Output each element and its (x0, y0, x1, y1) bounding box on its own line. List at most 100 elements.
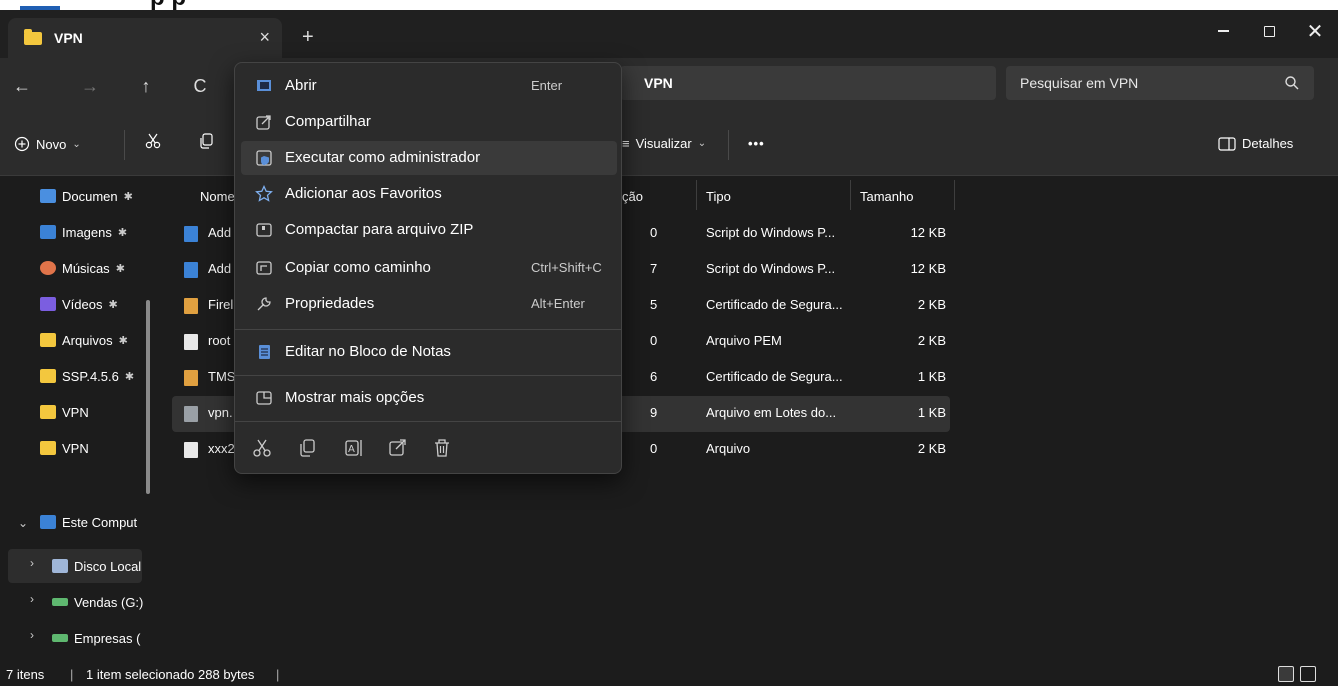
folder-icon (24, 28, 42, 45)
sidebar-item-vendas[interactable]: Vendas (G:) (52, 590, 143, 614)
column-divider[interactable] (850, 180, 851, 210)
new-button-label: Novo (36, 136, 67, 152)
share-action-icon[interactable] (387, 437, 409, 459)
tiles-view-icon[interactable] (1300, 666, 1316, 682)
toolbar-divider (728, 130, 729, 160)
file-size-cell: 2 KB (917, 297, 946, 312)
sidebar-item-vpn[interactable]: VPN (40, 436, 89, 460)
delete-action-icon[interactable] (431, 437, 453, 459)
chevron-down-icon[interactable]: ⌄ (18, 516, 28, 530)
file-type-cell: Script do Windows P... (706, 261, 836, 276)
close-tab-icon[interactable]: × (259, 28, 270, 46)
tab-title: VPN (54, 30, 83, 46)
menu-item-add-favorites[interactable]: Adicionar aos Favoritos (241, 177, 617, 211)
search-input[interactable]: Pesquisar em VPN (1006, 66, 1314, 100)
file-date-cell: 6 (650, 369, 658, 384)
details-button[interactable]: Detalhes (1218, 136, 1293, 151)
sidebar-item-documents[interactable]: Documen ✱ (40, 184, 133, 208)
file-size-cell: 1 KB (917, 405, 946, 420)
sidebar-item-label: Este Comput (62, 514, 138, 530)
file-type-cell: Arquivo em Lotes do... (706, 405, 837, 420)
view-button[interactable]: ≡ Visualizar ⌄ (622, 136, 706, 151)
chevron-right-icon[interactable]: › (30, 628, 34, 642)
more-options-button[interactable]: ••• (748, 136, 765, 151)
menu-item-show-more[interactable]: Mostrar mais opções (241, 381, 617, 415)
up-button[interactable]: ↑ (132, 72, 160, 100)
file-size-cell: 2 KB (917, 441, 946, 456)
new-button[interactable]: Novo ⌄ (14, 136, 81, 152)
menu-item-run-as-admin[interactable]: Executar como administrador (241, 141, 617, 175)
sidebar-item-label: Disco Local (74, 558, 142, 574)
tab-vpn[interactable]: VPN × (8, 18, 282, 58)
sidebar-item-images[interactable]: Imagens ✱ (40, 220, 127, 244)
menu-item-share[interactable]: Compartilhar (241, 105, 617, 139)
file-icon (184, 298, 198, 314)
address-bar[interactable]: VPN (620, 66, 996, 100)
sidebar-item-label: Músicas (62, 260, 110, 276)
rename-action-icon[interactable]: A (343, 437, 365, 459)
maximize-button[interactable] (1246, 16, 1292, 46)
details-view-icon[interactable] (1278, 666, 1294, 682)
menu-item-properties[interactable]: Propriedades Alt+Enter (241, 287, 617, 321)
new-tab-button[interactable]: + (302, 27, 314, 47)
file-date-cell: 5 (650, 297, 658, 312)
sidebar-item-label: SSP.4.5.6 (62, 368, 119, 384)
menu-item-label: Adicionar aos Favoritos (285, 185, 442, 202)
column-header-size[interactable]: Tamanho (860, 176, 913, 216)
back-button[interactable]: ← (8, 72, 36, 100)
chevron-right-icon[interactable]: › (30, 556, 34, 570)
menu-item-shortcut: Enter (531, 78, 563, 93)
images-icon (40, 225, 56, 239)
sidebar-item-this-pc[interactable]: Este Comput (40, 510, 137, 534)
sidebar-item-music[interactable]: Músicas ✱ (40, 256, 125, 280)
sidebar-item-label: Imagens (62, 224, 112, 240)
cut-action-icon[interactable] (251, 437, 273, 459)
file-icon (184, 442, 198, 458)
sidebar-item-ssp[interactable]: SSP.4.5.6 ✱ (40, 364, 134, 388)
column-header-date[interactable]: ção (622, 176, 643, 216)
computer-icon (40, 515, 56, 529)
menu-item-open[interactable]: Abrir Enter (241, 69, 617, 103)
drive-icon (52, 559, 68, 573)
sidebar-item-arquivos[interactable]: Arquivos ✱ (40, 328, 128, 352)
refresh-button[interactable]: C (186, 72, 214, 100)
file-name-cell: Add (208, 225, 232, 240)
cut-button[interactable] (144, 132, 162, 150)
sidebar-item-label: Documen (62, 188, 118, 204)
scissors-icon (145, 133, 161, 149)
videos-icon (40, 297, 56, 311)
pin-icon: ✱ (118, 334, 128, 347)
copy-action-icon[interactable] (297, 437, 319, 459)
sidebar-item-videos[interactable]: Vídeos ✱ (40, 292, 118, 316)
close-window-button[interactable]: ✕ (1292, 16, 1338, 46)
column-header-name[interactable]: Nome (200, 176, 235, 216)
pin-icon: ✱ (124, 370, 135, 383)
music-icon (40, 261, 56, 275)
plus-circle-icon (14, 136, 30, 152)
drive-icon (52, 598, 68, 606)
folder-icon (40, 369, 56, 383)
chevron-right-icon[interactable]: › (30, 592, 34, 606)
forward-button[interactable]: → (76, 72, 104, 100)
file-name-cell: xxx2 (208, 441, 235, 456)
star-icon (255, 185, 273, 202)
file-explorer-window: VPN × + ✕ ← → ↑ C VPN Pesquisar em VPN N… (0, 10, 1338, 686)
file-type-cell: Certificado de Segura... (706, 369, 843, 384)
sidebar-item-local-disk[interactable]: Disco Local (52, 554, 141, 578)
column-header-type[interactable]: Tipo (706, 176, 731, 216)
drive-icon (52, 634, 68, 642)
minimize-button[interactable] (1200, 16, 1246, 46)
menu-item-compress-zip[interactable]: Compactar para arquivo ZIP (241, 213, 617, 247)
menu-item-label: Copiar como caminho (285, 259, 431, 276)
menu-separator (235, 421, 621, 422)
menu-item-copy-as-path[interactable]: Copiar como caminho Ctrl+Shift+C (241, 251, 617, 285)
column-divider[interactable] (954, 180, 955, 210)
sidebar-scrollbar[interactable] (146, 300, 150, 494)
navigation-pane: Documen ✱ Imagens ✱ Músicas ✱ Vídeos ✱ A… (0, 176, 160, 662)
menu-item-edit-notepad[interactable]: Editar no Bloco de Notas (241, 335, 617, 369)
copy-button[interactable] (198, 132, 216, 150)
column-divider[interactable] (696, 180, 697, 210)
sidebar-item-empresas[interactable]: Empresas ( (52, 626, 140, 650)
sidebar-item-vpn[interactable]: VPN (40, 400, 89, 424)
sidebar-item-label: VPN (62, 404, 89, 420)
